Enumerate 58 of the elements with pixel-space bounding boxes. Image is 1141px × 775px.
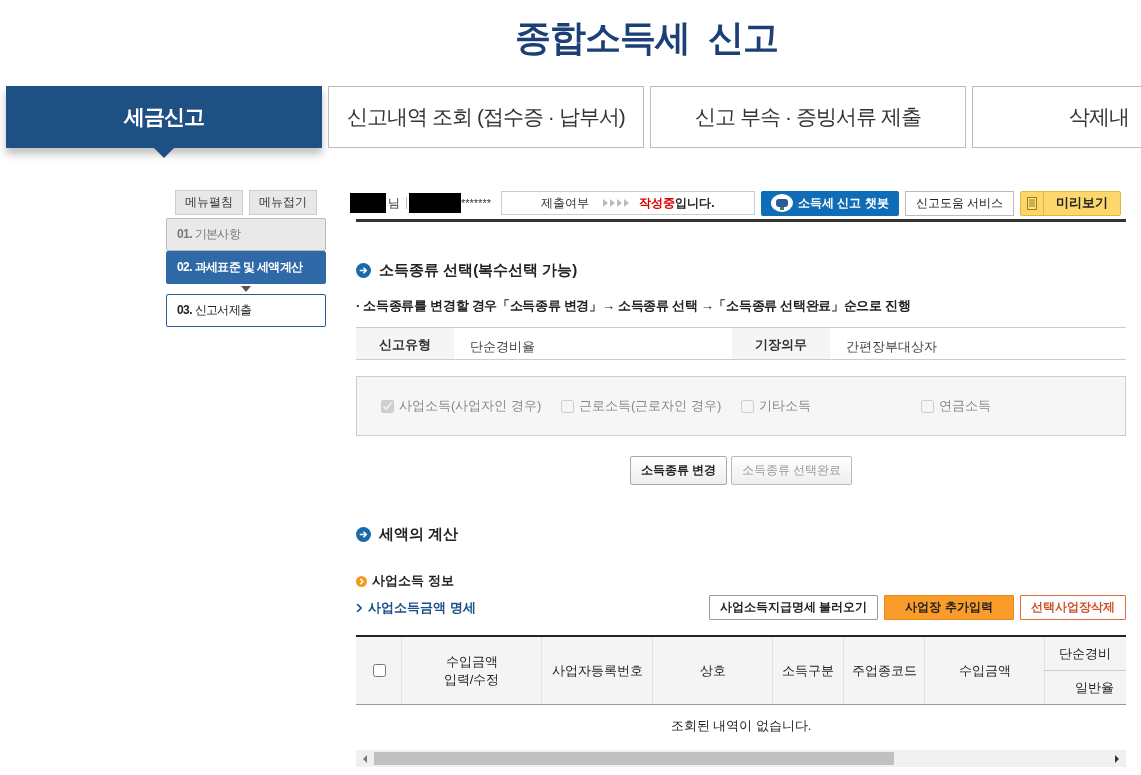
- info-value: 간편장부대상자: [845, 338, 938, 356]
- option-label: 기타소득: [759, 397, 811, 415]
- income-type-button[interactable]: 소득종류 변경: [629, 456, 727, 485]
- status-suffix: 입니다.: [675, 194, 715, 212]
- bot-icon: [770, 193, 793, 213]
- user-suffix: 님: [388, 194, 400, 212]
- chatbot-button[interactable]: 소득세 신고 챗봇: [760, 190, 899, 216]
- masked-id: *******: [461, 197, 491, 209]
- tab-pointer-icon: [154, 148, 174, 158]
- redaction-bar: [350, 193, 386, 213]
- header-cell: 소득구분: [772, 637, 844, 705]
- header-cell: 상호: [652, 637, 773, 705]
- section-title: 세액의 계산: [379, 525, 459, 544]
- scroll-left-icon[interactable]: [362, 754, 368, 763]
- menu-button[interactable]: 메뉴펼침: [175, 190, 243, 215]
- status-value: 작성중: [639, 194, 676, 212]
- preview-button[interactable]: 미리보기: [1020, 190, 1121, 216]
- info-label: 기장의무: [732, 328, 830, 359]
- detail-link[interactable]: 사업소득금액 명세: [368, 598, 476, 617]
- step-item[interactable]: 03. 신고서제출: [166, 294, 326, 327]
- status-label: 제출여부: [541, 194, 590, 212]
- subsection-title: 사업소득 정보: [372, 572, 454, 590]
- header-cell: 일반율: [1044, 670, 1126, 705]
- header-cell: 수입금액 입력/수정: [401, 637, 542, 705]
- help-service-button[interactable]: 신고도움 서비스: [904, 190, 1014, 216]
- step-item[interactable]: 01. 기본사항: [166, 218, 326, 251]
- tab[interactable]: 삭제내: [972, 86, 1141, 148]
- header-cell: 단순경비: [1044, 637, 1126, 671]
- arrow-circle-icon: [356, 263, 371, 278]
- action-button[interactable]: 사업장 추가입력: [884, 595, 1014, 620]
- info-label: 신고유형: [356, 328, 454, 359]
- document-icon: [1027, 196, 1037, 210]
- scroll-right-icon[interactable]: [1114, 754, 1120, 763]
- section-title: 소득종류 선택(복수선택 가능): [379, 261, 578, 280]
- action-button[interactable]: 사업소득지급명세 불러오기: [708, 595, 878, 620]
- instruction-note: · 소득종류를 변경할 경우「소득종류 변경」→ 소득종류 선택 →「소득종류 선택완료」순으로 진행: [356, 297, 912, 315]
- tab[interactable]: 세금신고: [6, 86, 322, 148]
- chevron-circle-icon: [356, 575, 367, 587]
- chevron-icon: [356, 603, 362, 612]
- header-cell: 수입금액: [924, 637, 1045, 705]
- page-title: 종합소득세 신고: [514, 16, 779, 60]
- select-all-checkbox[interactable]: [372, 664, 386, 677]
- arrow-circle-icon: [356, 527, 371, 542]
- option-label: 사업소득(사업자인 경우): [399, 397, 542, 415]
- tab[interactable]: 신고 부속 · 증빙서류 제출: [650, 86, 966, 148]
- info-value: 단순경비율: [469, 338, 536, 356]
- header-cell: 주업종코드: [843, 637, 925, 705]
- header-cell: 사업자등록번호: [541, 637, 653, 705]
- option-label: 연금소득: [939, 397, 991, 415]
- redaction-bar: [409, 193, 461, 213]
- menu-button[interactable]: 메뉴접기: [249, 190, 317, 215]
- empty-message: 조회된 내역이 없습니다.: [669, 717, 813, 735]
- horizontal-scrollbar[interactable]: [356, 750, 1126, 767]
- action-button[interactable]: 선택사업장삭제: [1020, 595, 1126, 620]
- option-label: 근로소득(근로자인 경우): [579, 397, 722, 415]
- tab[interactable]: 신고내역 조회 (접수증 · 납부서): [328, 86, 644, 148]
- step-item[interactable]: 02. 과세표준 및 세액계산: [166, 251, 326, 284]
- down-arrow-icon: [241, 286, 251, 292]
